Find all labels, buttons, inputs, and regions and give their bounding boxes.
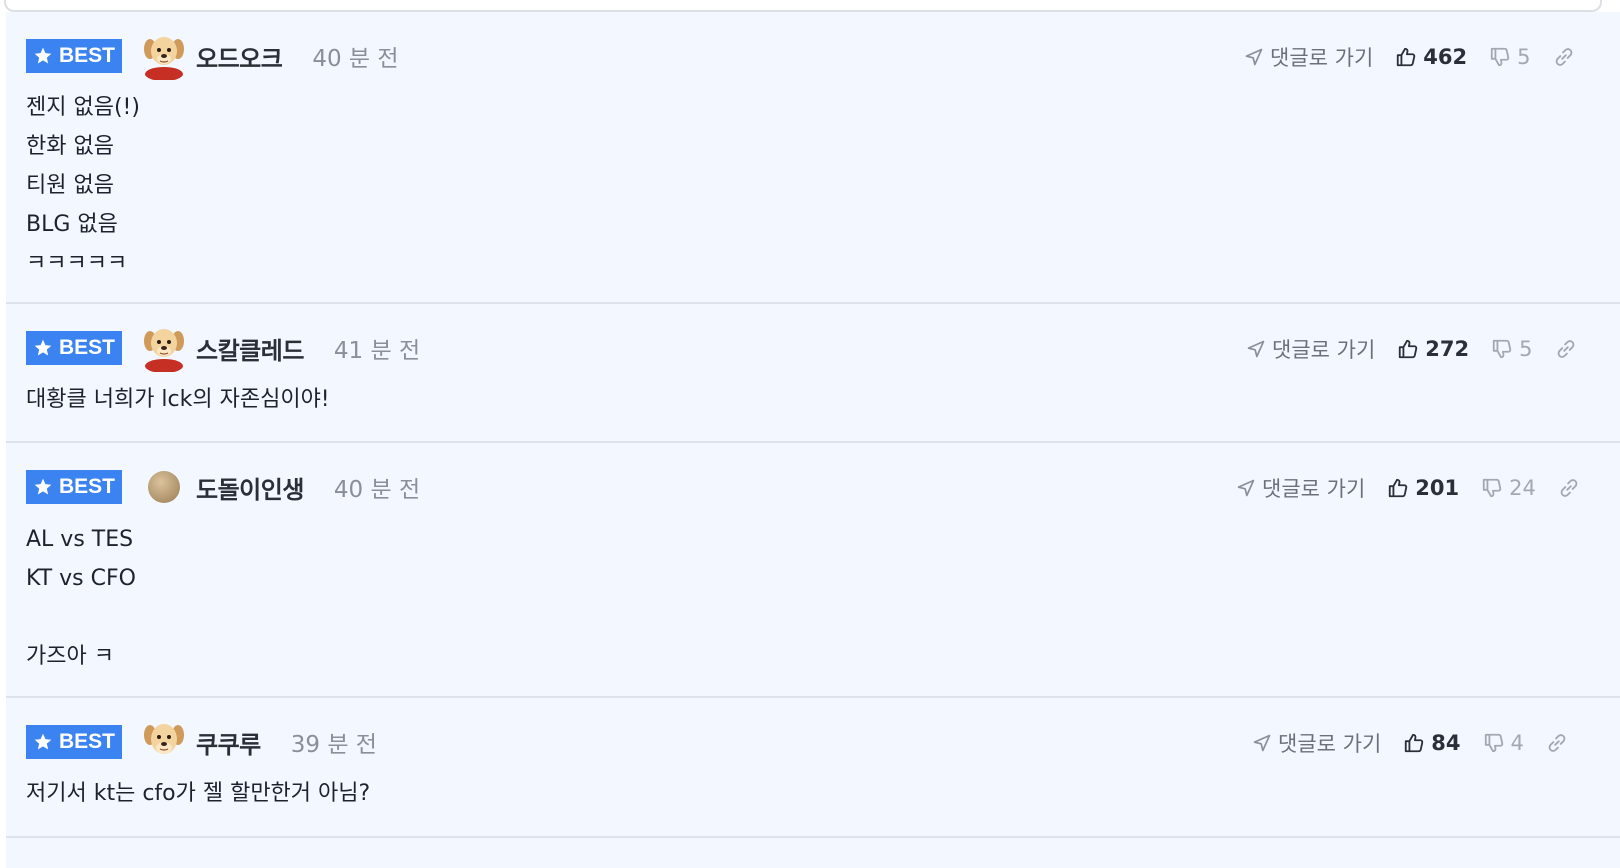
link-icon	[1560, 479, 1578, 497]
reply-label: 댓글로 가기	[1272, 338, 1376, 362]
comment-actions: 댓글로 가기 201 24	[1236, 473, 1580, 503]
comment-actions: 댓글로 가기 272 5	[1246, 334, 1577, 364]
upvote-button[interactable]: 84	[1403, 731, 1461, 755]
thumbs-down-icon	[1492, 339, 1512, 359]
send-arrow-icon	[1247, 340, 1265, 358]
puppy-cape-avatar-icon[interactable]	[140, 32, 188, 80]
link-icon	[1548, 734, 1566, 752]
comment-author[interactable]: 스칼클레드	[196, 331, 304, 366]
upvote-count: 201	[1415, 476, 1460, 500]
link-icon	[1557, 340, 1574, 358]
comment-header: BEST 스칼클레드 41 분 전	[26, 324, 420, 372]
downvote-button[interactable]: 4	[1483, 731, 1524, 755]
comment-item: BEST 도돌이인생 40 분 전 댓글로 가기 201 24 AL vs TE…	[6, 443, 1620, 698]
reply-label: 댓글로 가기	[1262, 477, 1366, 501]
best-badge: BEST	[26, 470, 122, 504]
comment-header: BEST 쿠쿠루 39 분 전	[26, 718, 377, 766]
send-arrow-icon	[1245, 48, 1263, 66]
comment-header: BEST 도돌이인생 40 분 전	[26, 463, 420, 511]
puppy-avatar-icon[interactable]	[140, 718, 188, 766]
best-badge-label: BEST	[58, 44, 115, 67]
downvote-count: 4	[1510, 731, 1524, 755]
star-icon	[34, 478, 52, 495]
comment-time: 39 분 전	[290, 732, 377, 758]
star-icon	[34, 47, 52, 64]
best-badge-label: BEST	[58, 475, 115, 498]
comment-time: 40 분 전	[312, 46, 399, 72]
thumbs-up-icon	[1405, 733, 1424, 753]
top-frame	[0, 0, 1620, 12]
comment-header: BEST 오드오크 40 분 전	[26, 32, 399, 80]
star-icon	[34, 339, 52, 356]
comment-item: BEST 오드오크 40 분 전 댓글로 가기 462 5 젠지 없음(!) 한…	[6, 12, 1620, 304]
downvote-count: 24	[1509, 476, 1536, 500]
thumbs-down-icon	[1482, 478, 1502, 498]
thumbs-up-icon	[1397, 47, 1416, 67]
send-arrow-icon	[1253, 734, 1271, 752]
best-badge: BEST	[26, 725, 122, 759]
downvote-count: 5	[1517, 45, 1531, 69]
downvote-count: 5	[1519, 337, 1533, 361]
comment-actions: 댓글로 가기 462 5	[1244, 42, 1575, 72]
best-badge-label: BEST	[58, 336, 115, 359]
reply-link[interactable]: 댓글로 가기	[1252, 728, 1381, 758]
comment-author[interactable]: 도돌이인생	[196, 470, 304, 505]
upvote-count: 84	[1431, 731, 1461, 755]
comment-text: 젠지 없음(!) 한화 없음 티원 없음 BLG 없음 ㅋㅋㅋㅋㅋ	[26, 95, 140, 276]
send-arrow-icon	[1237, 479, 1255, 497]
comment-actions: 댓글로 가기 84 4	[1252, 728, 1568, 758]
copy-link-button[interactable]	[1555, 338, 1577, 360]
upvote-button[interactable]: 462	[1395, 45, 1467, 69]
upvote-count: 272	[1425, 337, 1470, 361]
comment-author[interactable]: 오드오크	[196, 39, 283, 74]
reply-label: 댓글로 가기	[1270, 46, 1374, 70]
comment-time: 40 분 전	[333, 477, 421, 503]
reply-link[interactable]: 댓글로 가기	[1236, 473, 1365, 503]
best-badge-label: BEST	[58, 730, 115, 753]
beige-circle-avatar-icon[interactable]	[146, 469, 182, 505]
upvote-button[interactable]: 272	[1397, 337, 1469, 361]
comment-text: AL vs TES KT vs CFO 가즈아 ㅋ	[26, 527, 136, 669]
downvote-button[interactable]: 5	[1491, 337, 1533, 361]
best-badge: BEST	[26, 39, 122, 73]
copy-link-button[interactable]	[1558, 477, 1580, 499]
upvote-button[interactable]: 201	[1387, 476, 1459, 500]
comment-input-box-edge	[4, 0, 1602, 12]
reply-link[interactable]: 댓글로 가기	[1244, 42, 1373, 72]
thumbs-up-icon	[1389, 478, 1408, 498]
comment-item: BEST 스칼클레드 41 분 전 댓글로 가기 272 5 대황클 너희가 l…	[6, 304, 1620, 443]
comment-time: 41 분 전	[333, 338, 421, 364]
link-icon	[1555, 48, 1572, 66]
comment-text: 대황클 너희가 lck의 자존심이야!	[26, 387, 330, 412]
star-icon	[34, 733, 52, 750]
downvote-button[interactable]: 5	[1489, 45, 1531, 69]
comment-author[interactable]: 쿠쿠루	[196, 725, 261, 760]
best-comments-list: BEST 오드오크 40 분 전 댓글로 가기 462 5 젠지 없음(!) 한…	[6, 12, 1620, 868]
reply-label: 댓글로 가기	[1278, 732, 1382, 756]
downvote-button[interactable]: 24	[1481, 476, 1536, 500]
reply-link[interactable]: 댓글로 가기	[1246, 334, 1375, 364]
copy-link-button[interactable]	[1553, 46, 1575, 68]
comment-text: 저기서 kt는 cfo가 젤 할만한거 아님?	[26, 781, 371, 806]
thumbs-up-icon	[1399, 339, 1418, 359]
copy-link-button[interactable]	[1546, 732, 1568, 754]
best-badge: BEST	[26, 331, 122, 365]
thumbs-down-icon	[1484, 733, 1503, 753]
thumbs-down-icon	[1490, 47, 1510, 67]
comment-item: BEST 쿠쿠루 39 분 전 댓글로 가기 84 4 저기서 kt는 cfo가…	[6, 698, 1620, 838]
upvote-count: 462	[1423, 45, 1468, 69]
puppy-cape-avatar-icon[interactable]	[140, 324, 188, 372]
